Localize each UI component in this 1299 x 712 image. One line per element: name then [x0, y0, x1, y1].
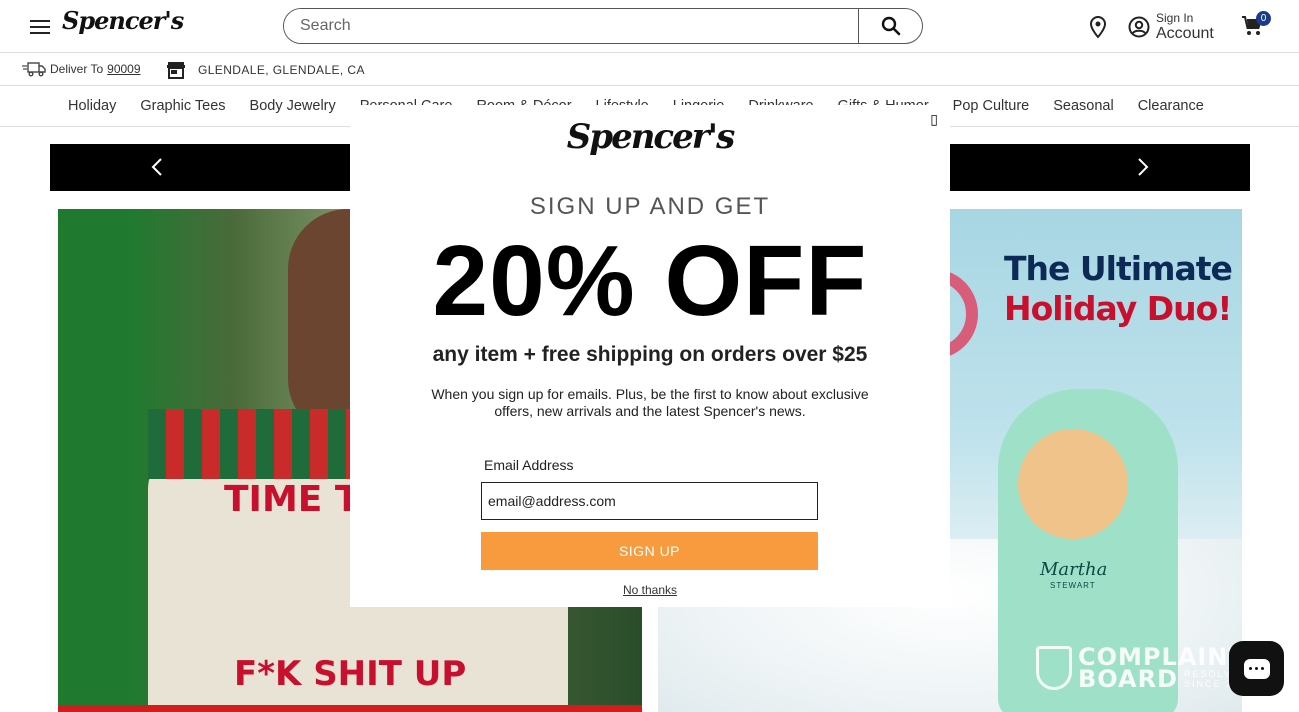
email-signup-modal: ▯ Spencer's SIGN UP AND GET 20% OFF any …	[350, 105, 950, 607]
offer-description: When you sign up for emails. Plus, be th…	[431, 386, 869, 419]
offer-subheading: any item + free shipping on orders over …	[432, 343, 868, 366]
sign-up-button[interactable]: SIGN UP	[481, 532, 818, 570]
modal-heading: SIGN UP AND GET	[529, 193, 771, 220]
discount-headline: 20% OFF	[432, 225, 868, 337]
email-field[interactable]	[481, 482, 818, 520]
email-label: Email Address	[484, 457, 574, 473]
modal-logo: Spencer's	[566, 117, 735, 157]
no-thanks-link[interactable]: No thanks	[350, 583, 950, 597]
